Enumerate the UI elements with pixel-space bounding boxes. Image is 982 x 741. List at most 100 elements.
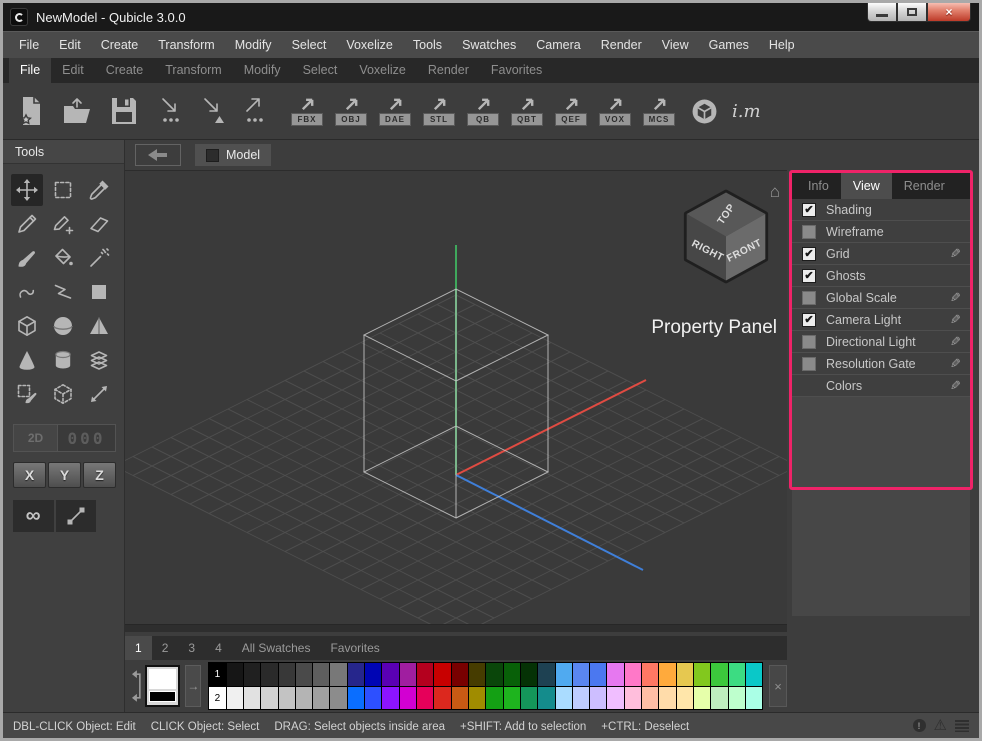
swatch-cell[interactable] <box>313 663 330 686</box>
primary-color[interactable] <box>149 669 177 689</box>
global-scale-checkbox[interactable] <box>802 291 816 305</box>
swatch-cell[interactable] <box>244 663 261 686</box>
ribbon-tab-render[interactable]: Render <box>417 58 480 83</box>
swatch-cell[interactable] <box>330 687 347 709</box>
swatch-cell[interactable] <box>400 663 417 686</box>
color-picker-tool-button[interactable] <box>83 174 115 206</box>
sketchfab-button[interactable] <box>691 98 718 125</box>
ribbon-tab-edit[interactable]: Edit <box>51 58 95 83</box>
directional-light-checkbox[interactable] <box>802 335 816 349</box>
swatch-cell[interactable] <box>504 663 521 686</box>
swatch-cell[interactable] <box>590 687 607 709</box>
camera-light-checkbox[interactable]: ✔ <box>802 313 816 327</box>
swatch-cell[interactable] <box>746 687 762 709</box>
swatch-cell[interactable] <box>694 663 711 686</box>
export-vox-button[interactable]: VOX <box>597 97 633 126</box>
swatch-cell[interactable] <box>365 663 382 686</box>
swatch-cell[interactable] <box>244 687 261 709</box>
property-tab-view[interactable]: View <box>841 173 892 199</box>
attach-pencil-tool-button[interactable] <box>47 208 79 240</box>
swatch-row-label[interactable]: 2 <box>209 687 226 709</box>
swatch-cell[interactable] <box>227 687 244 709</box>
swatch-cell[interactable] <box>279 663 296 686</box>
swatch-cell[interactable] <box>625 687 642 709</box>
close-button[interactable]: × <box>927 3 971 22</box>
error-icon[interactable]: ! <box>913 719 926 732</box>
swatch-cell[interactable] <box>659 663 676 686</box>
box-tool-button[interactable] <box>11 310 43 342</box>
shading-checkbox[interactable]: ✔ <box>802 203 816 217</box>
edit-camera-light-icon[interactable]: ✎ <box>950 312 961 328</box>
swatch-cell[interactable] <box>711 663 728 686</box>
swatch-cell[interactable] <box>452 663 469 686</box>
remove-swatch-button[interactable]: × <box>769 665 787 707</box>
menu-item-edit[interactable]: Edit <box>49 32 91 58</box>
export-fbx-button[interactable]: FBX <box>289 97 325 126</box>
menu-item-transform[interactable]: Transform <box>148 32 225 58</box>
swatch-cell[interactable] <box>279 687 296 709</box>
property-tab-render[interactable]: Render <box>892 173 957 199</box>
brush-tool-button[interactable] <box>11 242 43 274</box>
ribbon-tab-create[interactable]: Create <box>95 58 155 83</box>
swatch-cell[interactable] <box>504 687 521 709</box>
axis-y-button[interactable]: Y <box>48 462 81 488</box>
swatch-cell[interactable] <box>538 687 555 709</box>
rect-select-tool-button[interactable] <box>47 174 79 206</box>
swatch-cell[interactable] <box>607 687 624 709</box>
swatch-cell[interactable] <box>556 687 573 709</box>
swatch-tab-1[interactable]: 1 <box>125 636 152 660</box>
swatch-cell[interactable] <box>227 663 244 686</box>
minimize-button[interactable] <box>867 3 897 22</box>
swatch-cell[interactable] <box>521 687 538 709</box>
resolution-gate-checkbox[interactable] <box>802 357 816 371</box>
menu-item-voxelize[interactable]: Voxelize <box>336 32 403 58</box>
swatch-cell[interactable] <box>573 663 590 686</box>
swatch-cell[interactable] <box>642 687 659 709</box>
edit-directional-light-icon[interactable]: ✎ <box>950 334 961 350</box>
swatch-cell[interactable] <box>642 663 659 686</box>
export-qef-button[interactable]: QEF <box>553 97 589 126</box>
export-stl-button[interactable]: STL <box>421 97 457 126</box>
cone-tool-button[interactable] <box>11 344 43 376</box>
edit-resolution-gate-icon[interactable]: ✎ <box>950 356 961 372</box>
fill-tool-button[interactable] <box>47 242 79 274</box>
swatch-cell[interactable] <box>348 687 365 709</box>
ghosts-checkbox[interactable]: ✔ <box>802 269 816 283</box>
zigzag-tool-button[interactable] <box>47 276 79 308</box>
swatch-tab-2[interactable]: 2 <box>152 636 179 660</box>
edit-global-scale-icon[interactable]: ✎ <box>950 290 961 306</box>
export-qbt-button[interactable]: QBT <box>509 97 545 126</box>
secondary-color[interactable] <box>149 691 177 702</box>
export-button[interactable] <box>243 96 269 126</box>
swatch-cell[interactable] <box>625 663 642 686</box>
export-mcs-button[interactable]: MCS <box>641 97 677 126</box>
ribbon-tab-favorites[interactable]: Favorites <box>480 58 553 83</box>
swatch-cell[interactable] <box>659 687 676 709</box>
import-mesh-button[interactable] <box>201 96 227 126</box>
swatch-cell[interactable] <box>746 663 762 686</box>
menu-item-help[interactable]: Help <box>759 32 805 58</box>
open-file-button[interactable] <box>61 95 93 127</box>
eraser-tool-button[interactable] <box>83 208 115 240</box>
ribbon-tab-modify[interactable]: Modify <box>233 58 292 83</box>
swatch-cell[interactable] <box>296 663 313 686</box>
menu-item-games[interactable]: Games <box>699 32 759 58</box>
magic-wand-tool-button[interactable] <box>83 242 115 274</box>
swatch-cell[interactable] <box>452 687 469 709</box>
swatch-cell[interactable] <box>400 687 417 709</box>
wireframe-checkbox[interactable] <box>802 225 816 239</box>
ribbon-tab-transform[interactable]: Transform <box>154 58 233 83</box>
swatch-tab-all-swatches[interactable]: All Swatches <box>232 636 321 660</box>
swatch-tab-3[interactable]: 3 <box>178 636 205 660</box>
swatch-cell[interactable] <box>469 663 486 686</box>
swatch-row-label[interactable]: 1 <box>209 663 226 686</box>
swatch-cell[interactable] <box>313 687 330 709</box>
swatch-cell[interactable] <box>382 663 399 686</box>
swatch-cell[interactable] <box>729 687 746 709</box>
swatch-cell[interactable] <box>261 687 278 709</box>
menu-item-tools[interactable]: Tools <box>403 32 452 58</box>
swatch-cell[interactable] <box>469 687 486 709</box>
swatch-cell[interactable] <box>521 663 538 686</box>
swatch-cell[interactable] <box>556 663 573 686</box>
edit-grid-icon[interactable]: ✎ <box>950 246 961 262</box>
